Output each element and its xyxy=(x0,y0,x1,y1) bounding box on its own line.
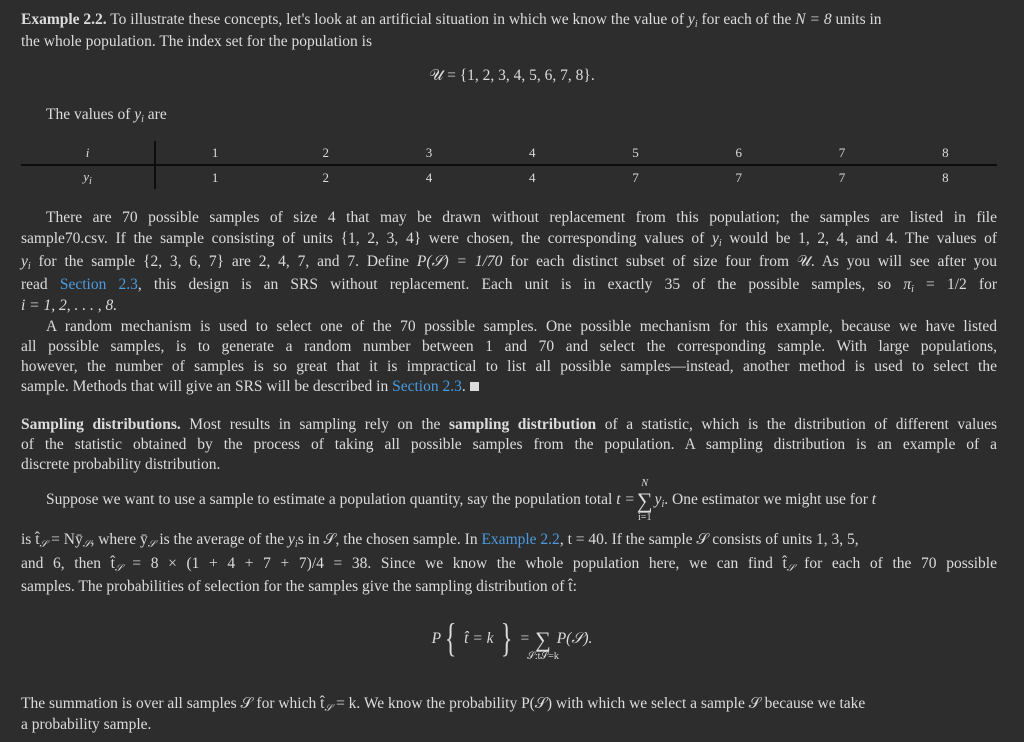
table-cell: 7 xyxy=(838,169,846,185)
example-line-2: the whole population. The index set for … xyxy=(21,33,372,50)
sampling-line-3: discrete probability distribution. xyxy=(21,456,221,473)
population-values-table: i 1 2 3 4 5 6 7 8 yi 1 2 4 4 7 7 7 8 xyxy=(21,141,997,189)
table-cell: 1 xyxy=(211,169,219,185)
para3-line-2: is t̂𝒮 = Nȳ𝒮, where ȳ𝒮 is the average of… xyxy=(21,531,859,550)
sampling-distribution-equation: P{ t̂ = k } = ∑ 𝒮:t̂𝒮=k P(𝒮). xyxy=(431,615,593,662)
table-row-y: yi 1 2 4 4 7 7 7 8 xyxy=(21,165,997,189)
para2-line-2: all possible samples, is to generate a r… xyxy=(21,338,997,355)
para2-line-1: A random mechanism is used to select one… xyxy=(46,318,997,335)
table-cell: 6 xyxy=(687,141,791,166)
table-cell: 7 xyxy=(790,141,894,166)
para1-line-5: i = 1, 2, . . . , 8. xyxy=(21,297,118,314)
table-cell: 8 xyxy=(942,169,949,185)
table-cell: 4 xyxy=(425,169,433,185)
qed-square-icon xyxy=(469,382,479,391)
table-cell: 4 xyxy=(480,141,584,166)
right-brace: } xyxy=(501,615,513,660)
table-cell: 1 xyxy=(155,141,275,166)
table-header-y: yi xyxy=(21,165,156,189)
sampling-line-2: of the statistic obtained by the process… xyxy=(21,436,997,453)
para1-line-2: sample70.csv. If the sample consisting o… xyxy=(21,230,997,249)
para3-line-3: and 6, then t̂𝒮 = 8 × (1 + 4 + 7 + 7)/4 … xyxy=(21,555,997,574)
sampling-line-1: Sampling distributions. Most results in … xyxy=(21,416,997,433)
table-cell: 2 xyxy=(322,169,330,185)
para3-line-1: Suppose we want to use a sample to estim… xyxy=(46,478,877,523)
values-intro: The values of yi are xyxy=(46,106,167,125)
table-cell: 3 xyxy=(377,141,481,166)
left-brace: { xyxy=(444,615,457,660)
para2-line-3: however, the number of samples is so gre… xyxy=(21,358,997,375)
table-cell: 4 xyxy=(529,169,536,185)
section-2-3-link-2[interactable]: Section 2.3 xyxy=(392,378,462,395)
section-2-3-link[interactable]: Section 2.3 xyxy=(60,276,138,293)
final-line-2: a probability sample. xyxy=(21,716,152,733)
table-cell: 2 xyxy=(274,141,378,166)
table-row-i: i 1 2 3 4 5 6 7 8 xyxy=(21,141,997,166)
table-header-i: i xyxy=(21,141,156,166)
example-2-2-link[interactable]: Example 2.2 xyxy=(481,531,559,548)
summation-symbol: ∑ Ni=1 xyxy=(636,478,653,523)
table-cell: 5 xyxy=(583,141,688,166)
table-cell: 8 xyxy=(893,141,997,166)
para1-line-3: yi for the sample {2, 3, 6, 7} are 2, 4,… xyxy=(21,253,997,272)
para2-line-4: sample. Methods that will give an SRS wi… xyxy=(21,377,997,397)
example-label: Example 2.2. xyxy=(21,11,107,28)
table-cell: 7 xyxy=(735,169,743,185)
equation-summation-symbol: ∑ 𝒮:t̂𝒮=k xyxy=(527,627,559,662)
table-cell: 7 xyxy=(632,169,639,185)
textbook-page: Example 2.2. To illustrate these concept… xyxy=(0,0,1024,742)
para1-line-1: There are 70 possible samples of size 4 … xyxy=(46,209,997,226)
sampling-heading: Sampling distributions. xyxy=(21,416,181,433)
index-set-equation: 𝒰 = {1, 2, 3, 4, 5, 6, 7, 8}. xyxy=(429,67,595,84)
para3-line-4: samples. The probabilities of selection … xyxy=(21,578,577,595)
